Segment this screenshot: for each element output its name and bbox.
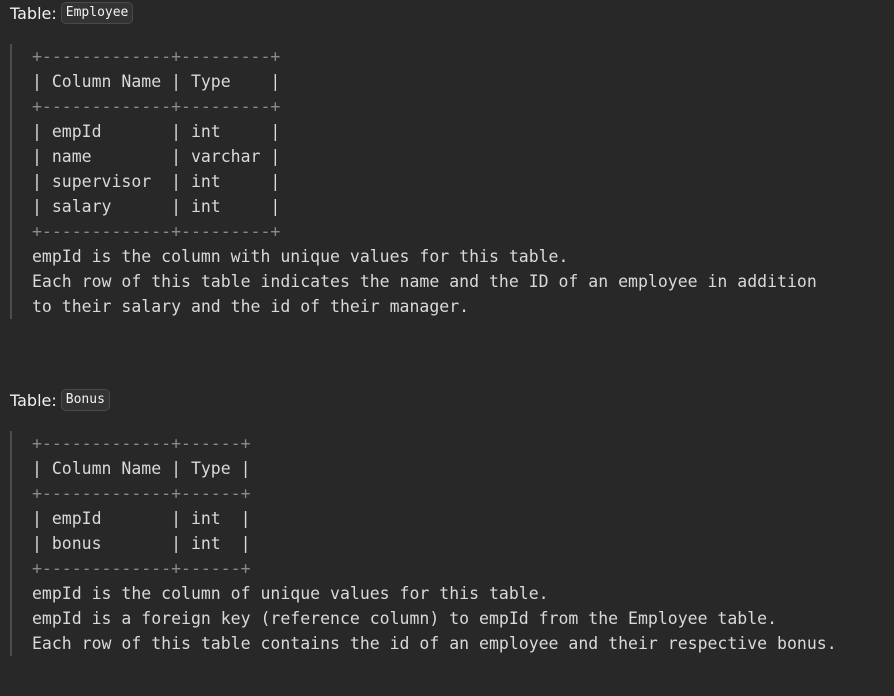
schema-row-empid: | empId | int | — [32, 122, 281, 141]
bonus-table-section: Table: Bonus +-------------+------+ | Col… — [10, 387, 894, 656]
schema-row-supervisor: | supervisor | int | — [32, 172, 281, 191]
schema-row-name: | name | varchar | — [32, 147, 281, 166]
schema-border-line: +-------------+------+ — [32, 484, 251, 503]
bonus-table-heading: Table: Bonus — [10, 387, 894, 413]
description-line: empId is a foreign key (reference column… — [32, 609, 778, 628]
bonus-schema-block: +-------------+------+ | Column Name | Ty… — [10, 431, 837, 656]
schema-header-line: | Column Name | Type | — [32, 459, 251, 478]
schema-border-line: +-------------+------+ — [32, 434, 251, 453]
schema-header-line: | Column Name | Type | — [32, 72, 281, 91]
description-line: empId is the column with unique values f… — [32, 247, 569, 266]
table-label: Table: — [10, 390, 57, 410]
bonus-table-name: Bonus — [60, 389, 110, 411]
schema-border-line: +-------------+------+ — [32, 559, 251, 578]
description-line: empId is the column of unique values for… — [32, 584, 549, 603]
description-line: Each row of this table contains the id o… — [32, 634, 837, 653]
employee-table-section: Table: Employee +-------------+---------… — [10, 0, 894, 319]
employee-table-name: Employee — [60, 2, 134, 24]
schema-row-salary: | salary | int | — [32, 197, 281, 216]
schema-border-line: +-------------+---------+ — [32, 97, 281, 116]
table-label: Table: — [10, 3, 57, 23]
employee-schema-block: +-------------+---------+ | Column Name |… — [10, 44, 817, 319]
schema-row-bonus: | bonus | int | — [32, 534, 251, 553]
schema-row-empid: | empId | int | — [32, 509, 251, 528]
description-line: to their salary and the id of their mana… — [32, 297, 470, 316]
schema-border-line: +-------------+---------+ — [32, 222, 281, 241]
description-line: Each row of this table indicates the nam… — [32, 272, 817, 291]
schema-border-line: +-------------+---------+ — [32, 47, 281, 66]
employee-table-heading: Table: Employee — [10, 0, 894, 26]
